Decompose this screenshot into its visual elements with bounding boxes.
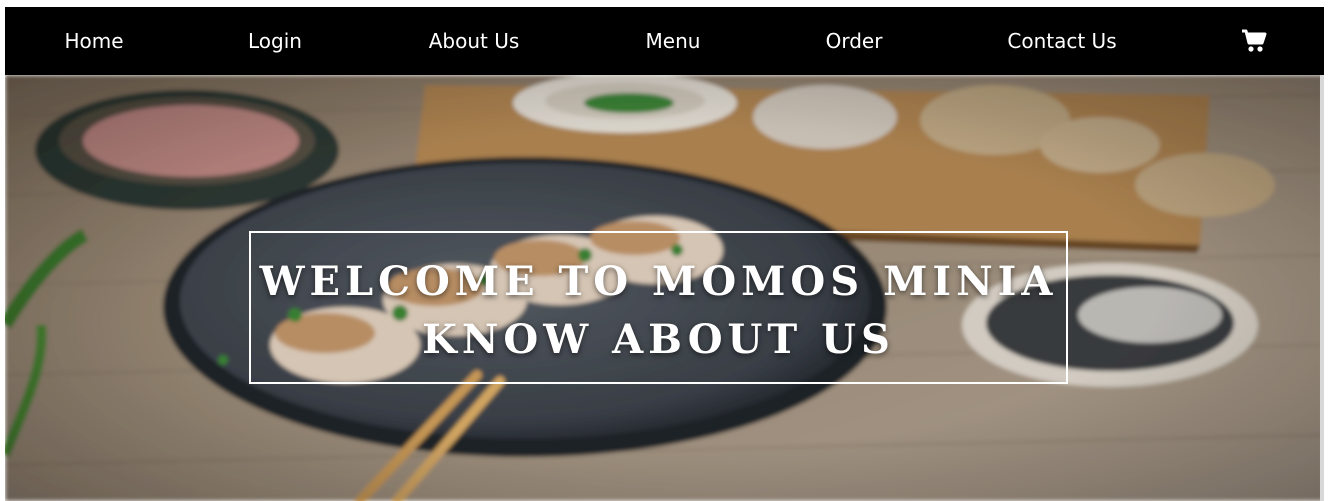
nav-home-link[interactable]: Home: [64, 7, 123, 75]
nav-contact-us-link[interactable]: Contact Us: [1007, 7, 1116, 75]
nav-login-link[interactable]: Login: [248, 7, 302, 75]
top-navbar: Home Login About Us Menu Order Contact U…: [5, 7, 1324, 75]
page-frame: Home Login About Us Menu Order Contact U…: [5, 7, 1324, 501]
nav-menu-link[interactable]: Menu: [646, 7, 701, 75]
hero-subtitle: KNOW ABOUT US: [422, 316, 895, 363]
shopping-cart-icon[interactable]: [1241, 28, 1267, 54]
hero-title-box: WELCOME TO MOMOS MINIA KNOW ABOUT US: [249, 231, 1068, 384]
hero-section: WELCOME TO MOMOS MINIA KNOW ABOUT US: [5, 75, 1324, 501]
page-scrollbar[interactable]: [1320, 75, 1324, 501]
hero-title: WELCOME TO MOMOS MINIA: [259, 258, 1058, 305]
nav-order-link[interactable]: Order: [826, 7, 883, 75]
nav-about-us-link[interactable]: About Us: [429, 7, 520, 75]
